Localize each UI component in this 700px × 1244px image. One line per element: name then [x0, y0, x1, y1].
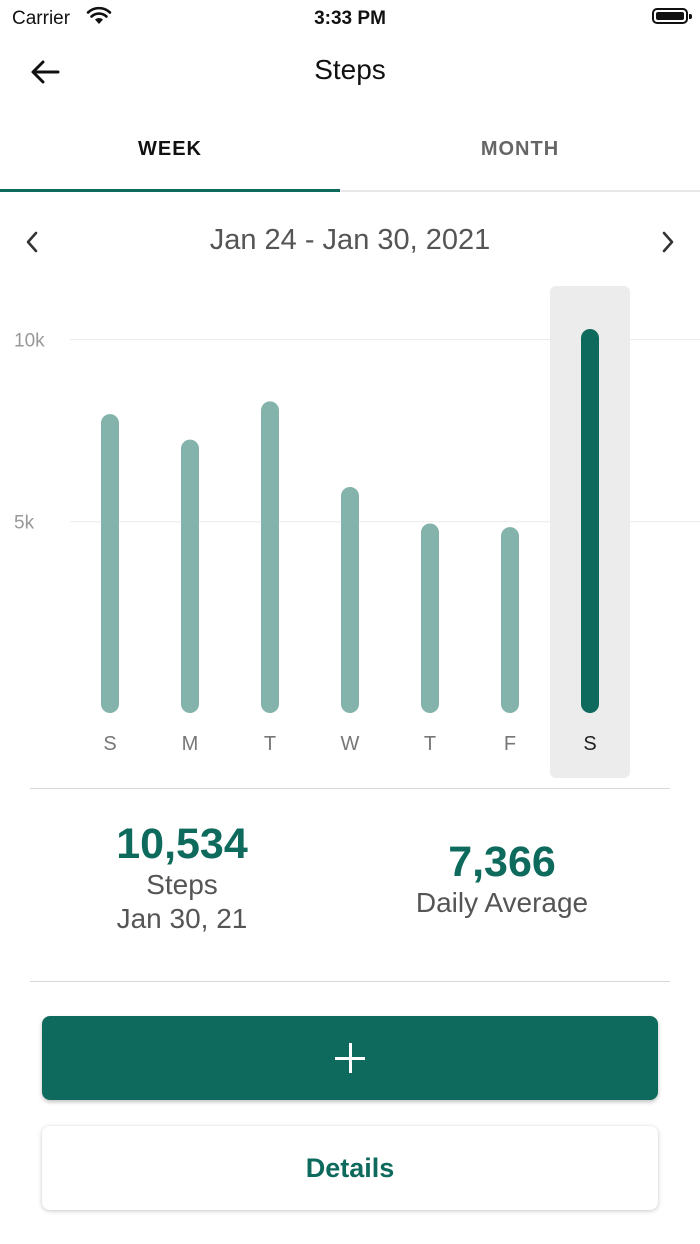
- summary-top-divider: [30, 788, 670, 789]
- bar-day-0[interactable]: [101, 414, 119, 713]
- selected-date: Jan 30, 21: [116, 903, 248, 934]
- steps-bar-chart: 5k 10k S M T W T F S: [0, 280, 700, 788]
- daily-average-summary: 7,366 Daily Average: [352, 838, 652, 920]
- plus-icon: [335, 1043, 365, 1073]
- bar-day-2[interactable]: [261, 401, 279, 713]
- tab-month[interactable]: MONTH: [350, 108, 690, 192]
- bar-day-3[interactable]: [341, 486, 359, 713]
- chart-canvas: 5k 10k S M T W T F S: [14, 286, 700, 778]
- bar-day-6[interactable]: [581, 329, 599, 713]
- tab-week[interactable]: WEEK: [0, 108, 340, 192]
- nav-bar: Steps: [0, 36, 700, 108]
- x-tick-label: S: [583, 733, 596, 755]
- selected-steps-unit: Steps: [146, 869, 218, 900]
- selected-steps-value: 10,534: [116, 820, 248, 868]
- x-tick-label: M: [182, 733, 199, 755]
- y-tick-label: 5k: [14, 513, 35, 534]
- chevron-right-icon: [662, 231, 674, 253]
- bar-day-1[interactable]: [181, 439, 199, 713]
- page-title: Steps: [314, 54, 386, 85]
- add-steps-button[interactable]: [42, 1016, 658, 1100]
- summary-bottom-divider: [30, 981, 670, 982]
- bar-day-4[interactable]: [421, 523, 439, 713]
- next-week-button[interactable]: [648, 220, 688, 264]
- period-tabs: WEEK MONTH: [0, 108, 700, 192]
- details-button[interactable]: Details: [42, 1126, 658, 1210]
- daily-average-value: 7,366: [448, 838, 556, 886]
- daily-average-label: Daily Average: [415, 887, 589, 918]
- x-tick-label: S: [103, 733, 116, 755]
- status-bar: Carrier 3:33 PM: [0, 0, 700, 36]
- x-tick-label: W: [341, 733, 360, 755]
- tab-indicator: [0, 189, 340, 192]
- x-tick-label: T: [264, 733, 276, 755]
- y-tick-label: 10k: [14, 330, 45, 351]
- x-tick-label: F: [504, 733, 516, 755]
- battery-icon: [652, 8, 692, 24]
- clock: 3:33 PM: [314, 8, 386, 29]
- bar-day-5[interactable]: [501, 527, 519, 713]
- date-range-label: Jan 24 - Jan 30, 2021: [209, 224, 491, 256]
- selected-day-summary: 10,534 Steps Jan 30, 21: [32, 820, 332, 936]
- x-tick-label: T: [424, 733, 436, 755]
- date-range-navigator: Jan 24 - Jan 30, 2021: [0, 212, 700, 272]
